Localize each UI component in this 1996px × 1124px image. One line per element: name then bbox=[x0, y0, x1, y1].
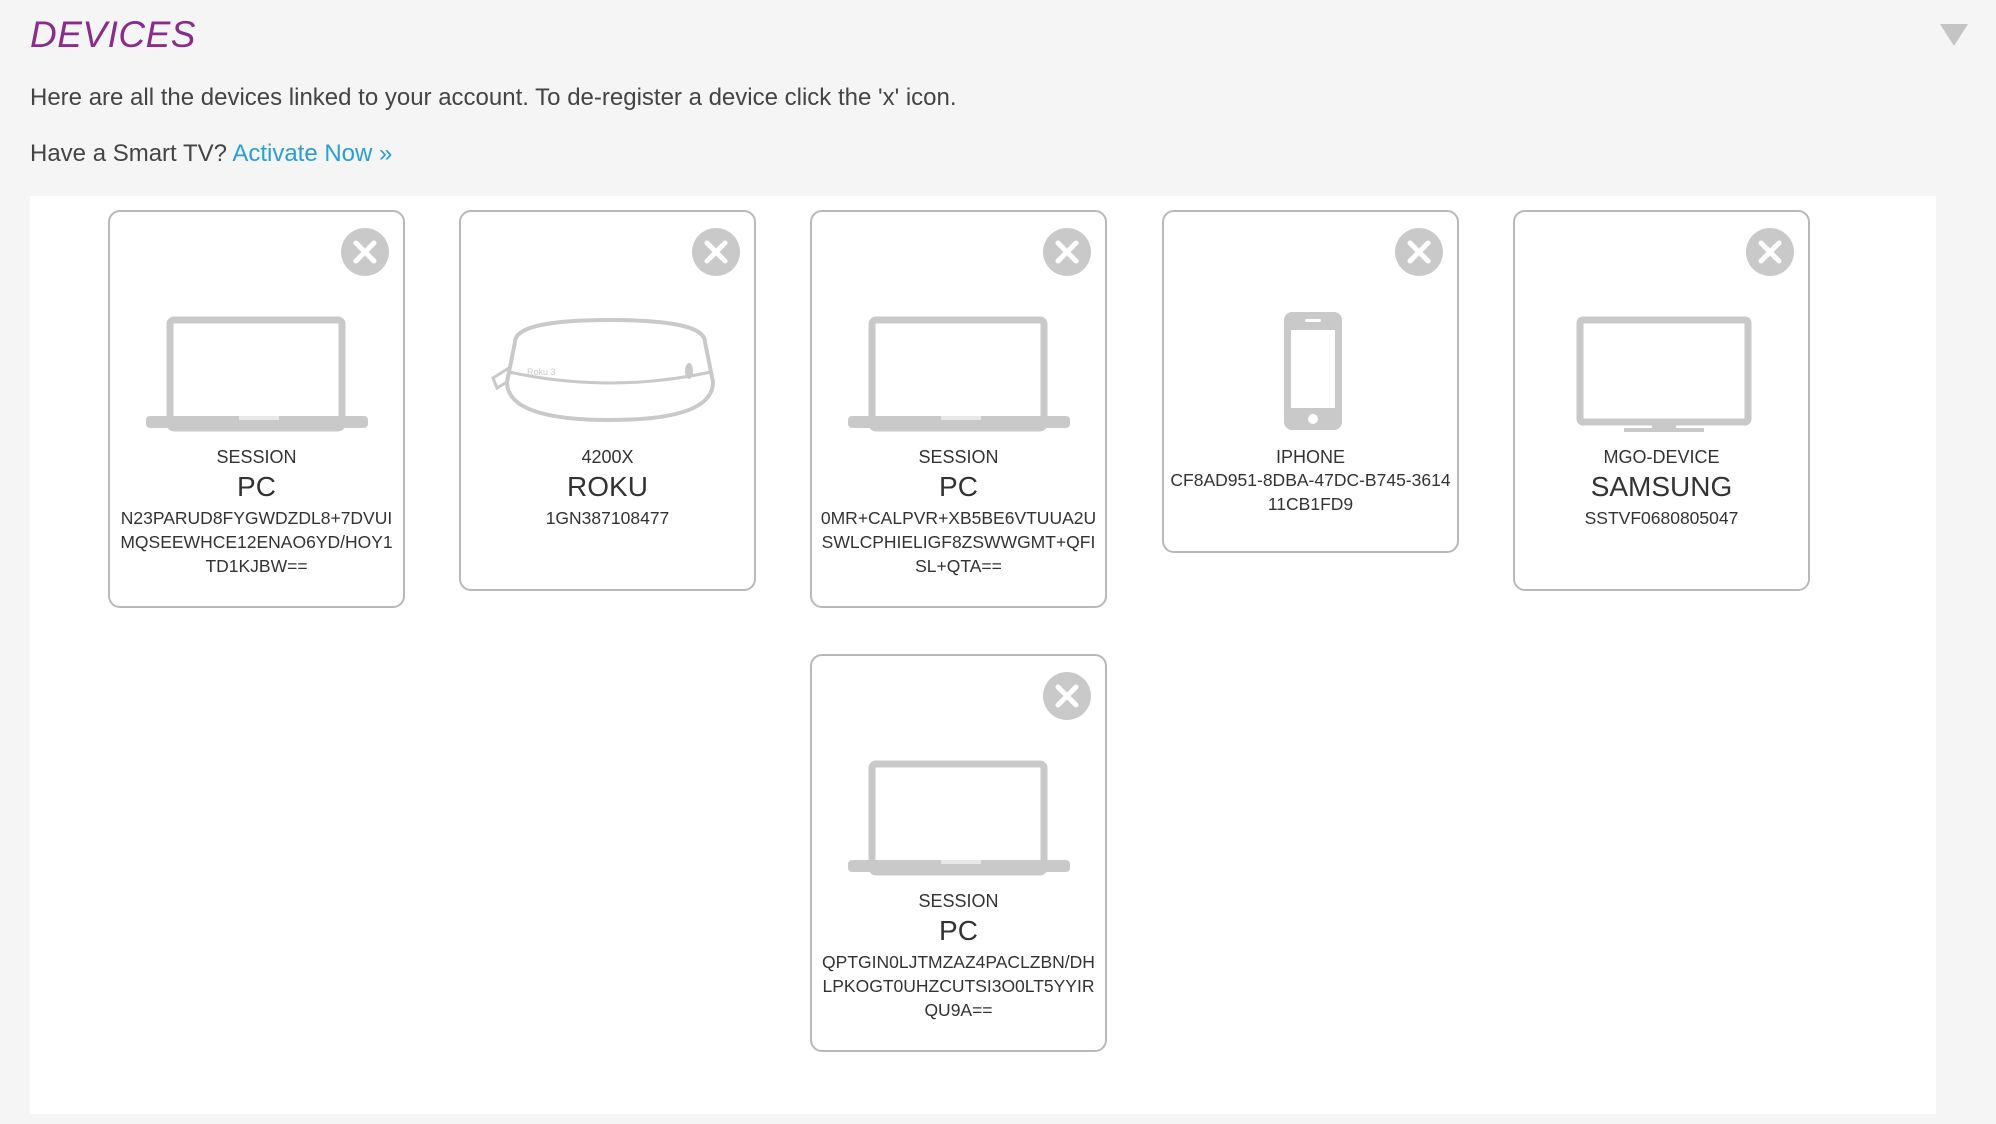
device-id: 1GN387108477 bbox=[545, 508, 670, 528]
device-card: Roku 3 4200X ROKU 1GN387108477 bbox=[459, 210, 756, 591]
device-id: QPTGIN0LJTMZAZ4PACLZBN/DHLPKOGT0UHZCUTSI… bbox=[822, 952, 1095, 1020]
close-icon bbox=[1055, 240, 1079, 264]
remove-device-button[interactable] bbox=[1043, 672, 1091, 720]
device-card: MGO-DEVICE SAMSUNG SSTVF0680805047 bbox=[1513, 210, 1810, 591]
laptop-icon bbox=[110, 302, 407, 432]
remove-device-button[interactable] bbox=[1395, 228, 1443, 276]
device-type: SESSION bbox=[216, 447, 297, 467]
remove-device-button[interactable] bbox=[692, 228, 740, 276]
remove-device-button[interactable] bbox=[341, 228, 389, 276]
close-icon bbox=[704, 240, 728, 264]
close-icon bbox=[1055, 684, 1079, 708]
device-name: PC bbox=[237, 471, 276, 502]
activate-now-link[interactable]: Activate Now » bbox=[232, 140, 392, 167]
tv-monitor-icon bbox=[1515, 302, 1812, 432]
intro-text: Here are all the devices linked to your … bbox=[30, 84, 957, 111]
close-icon bbox=[353, 240, 377, 264]
close-icon bbox=[1407, 240, 1431, 264]
device-name: PC bbox=[939, 915, 978, 946]
device-type: IPHONE bbox=[1275, 447, 1345, 467]
laptop-icon bbox=[812, 746, 1109, 876]
device-id: CF8AD951-8DBA-47DC-B745-361411CB1FD9 bbox=[1170, 470, 1451, 514]
devices-panel: SESSION PC N23PARUD8FYGWDZDL8+7DVUIMQSEE… bbox=[30, 196, 1936, 1114]
device-type: MGO-DEVICE bbox=[1603, 447, 1720, 467]
smartphone-icon bbox=[1164, 302, 1461, 432]
device-type: SESSION bbox=[918, 447, 999, 467]
roku-box-icon: Roku 3 bbox=[461, 302, 758, 432]
laptop-icon bbox=[812, 302, 1109, 432]
collapse-triangle-icon[interactable] bbox=[1940, 24, 1968, 46]
device-name: SAMSUNG bbox=[1590, 471, 1733, 502]
device-card: SESSION PC N23PARUD8FYGWDZDL8+7DVUIMQSEE… bbox=[108, 210, 405, 608]
close-icon bbox=[1758, 240, 1782, 264]
smart-tv-prompt: Have a Smart TV? Activate Now » bbox=[30, 140, 392, 168]
device-id: SSTVF0680805047 bbox=[1584, 508, 1739, 528]
remove-device-button[interactable] bbox=[1746, 228, 1794, 276]
smart-tv-question: Have a Smart TV? bbox=[30, 140, 227, 167]
device-card: SESSION PC QPTGIN0LJTMZAZ4PACLZBN/DHLPKO… bbox=[810, 654, 1107, 1052]
page-title: DEVICES bbox=[30, 14, 196, 55]
device-card: IPHONE CF8AD951-8DBA-47DC-B745-361411CB1… bbox=[1162, 210, 1459, 553]
device-id: N23PARUD8FYGWDZDL8+7DVUIMQSEEWHCE12ENAO6… bbox=[120, 508, 393, 576]
svg-text:Roku 3: Roku 3 bbox=[527, 367, 556, 377]
device-type: SESSION bbox=[918, 891, 999, 911]
device-id: 0MR+CALPVR+XB5BE6VTUUA2USWLCPHIELIGF8ZSW… bbox=[820, 508, 1097, 576]
device-name: PC bbox=[939, 471, 978, 502]
device-card: SESSION PC 0MR+CALPVR+XB5BE6VTUUA2USWLCP… bbox=[810, 210, 1107, 608]
remove-device-button[interactable] bbox=[1043, 228, 1091, 276]
device-name: ROKU bbox=[567, 471, 648, 502]
device-type: 4200X bbox=[581, 447, 634, 467]
